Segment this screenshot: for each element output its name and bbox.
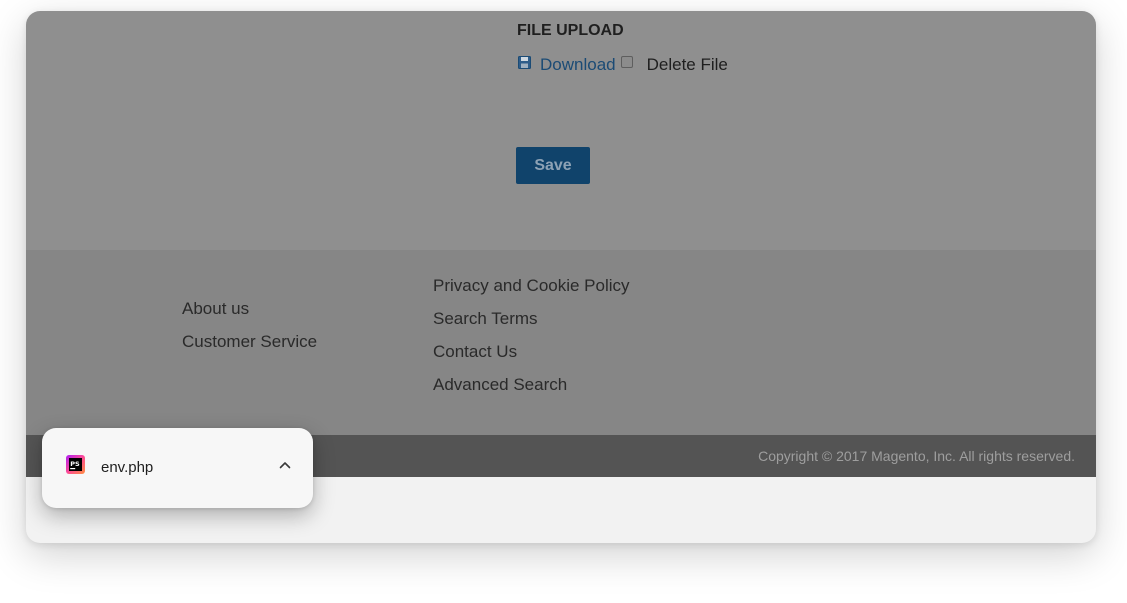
download-bubble[interactable]: PS env.php xyxy=(42,428,313,508)
chevron-up-icon[interactable] xyxy=(277,457,293,473)
phpstorm-file-icon: PS xyxy=(66,455,85,474)
delete-file-checkbox[interactable] xyxy=(620,56,633,68)
save-button[interactable]: Save xyxy=(516,147,590,184)
footer-link-privacy-policy[interactable]: Privacy and Cookie Policy xyxy=(433,276,630,296)
footer-link-search-terms[interactable]: Search Terms xyxy=(433,309,538,329)
download-link[interactable]: Download xyxy=(540,55,616,75)
floppy-disk-icon xyxy=(518,55,531,69)
delete-file-label: Delete File xyxy=(646,55,728,74)
footer-link-customer-service[interactable]: Customer Service xyxy=(182,332,317,352)
copyright-text: Copyright © 2017 Magento, Inc. All right… xyxy=(758,448,1075,464)
footer: About us Customer Service Privacy and Co… xyxy=(26,250,1096,435)
footer-link-about-us[interactable]: About us xyxy=(182,299,249,319)
footer-link-contact-us[interactable]: Contact Us xyxy=(433,342,517,362)
download-file-name: env.php xyxy=(101,459,154,476)
file-upload-row: Download Delete File xyxy=(518,54,728,76)
footer-link-advanced-search[interactable]: Advanced Search xyxy=(433,375,567,395)
svg-text:PS: PS xyxy=(70,460,80,468)
file-upload-title: FILE UPLOAD xyxy=(517,22,624,39)
main-content: FILE UPLOAD Download Delete File Save xyxy=(26,11,1096,250)
